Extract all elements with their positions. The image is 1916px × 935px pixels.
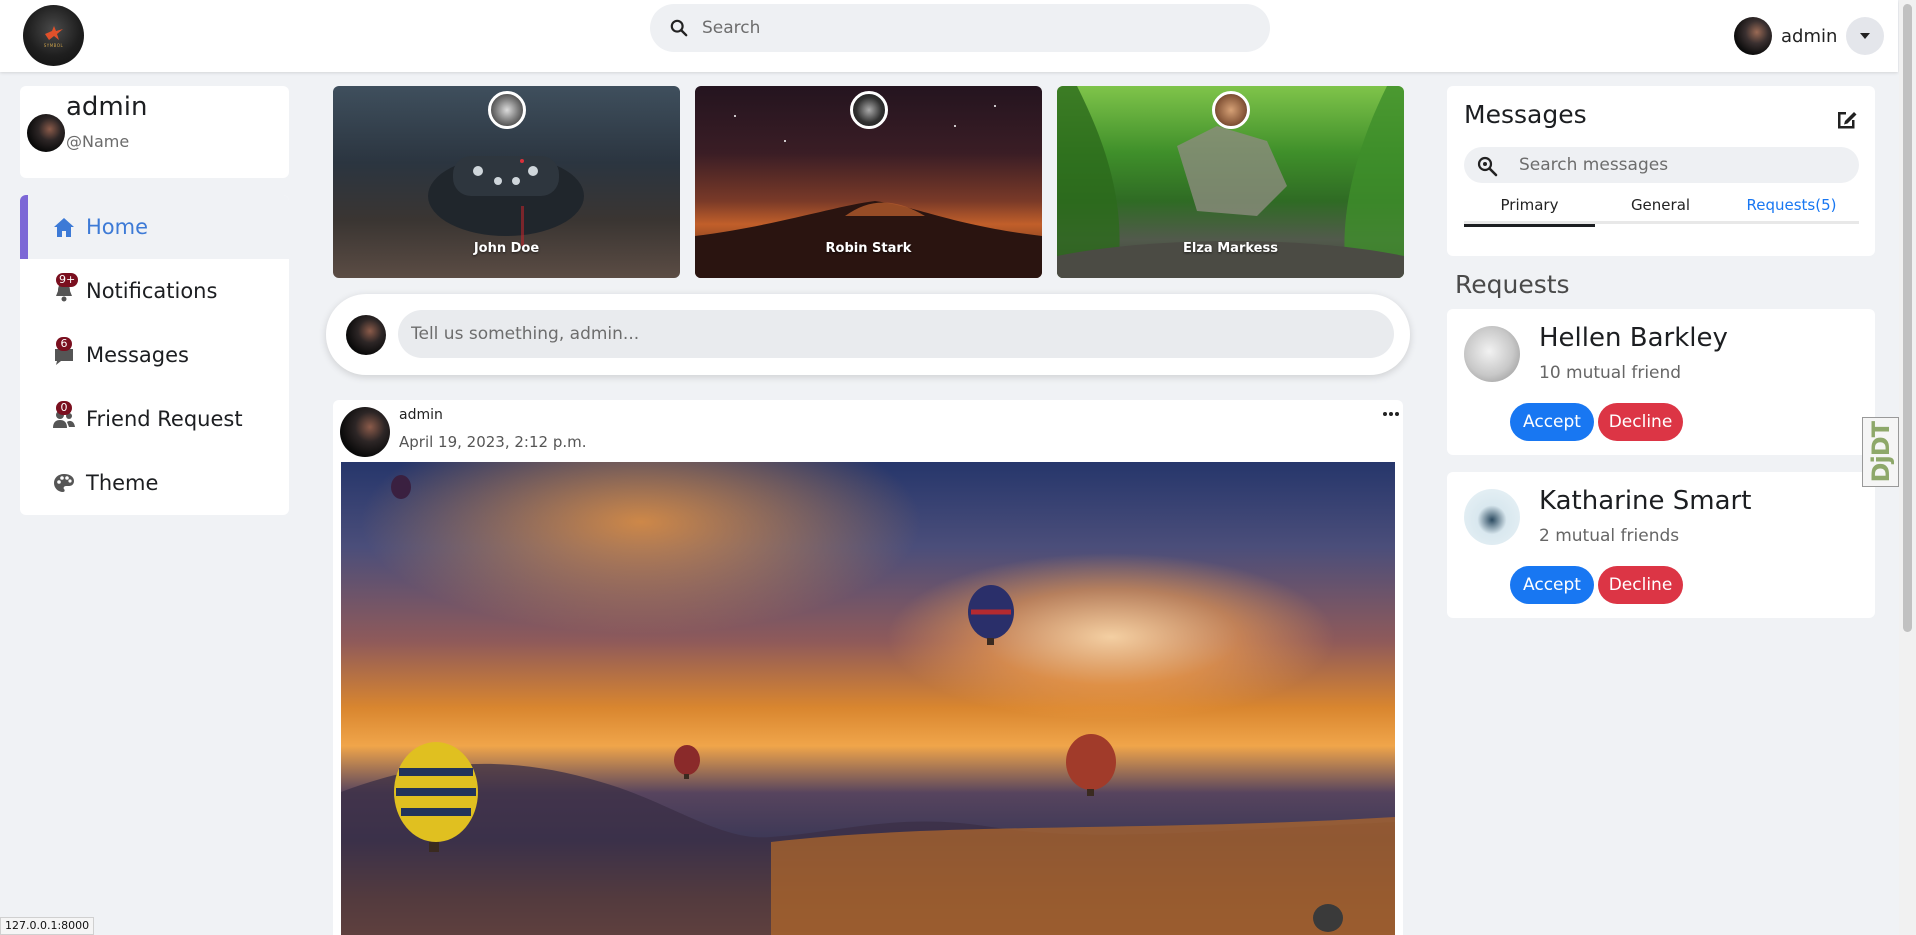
post-author[interactable]: admin <box>399 407 443 423</box>
balloon <box>1066 734 1116 796</box>
sidebar-item-messages[interactable]: 6 Messages <box>20 323 289 387</box>
avatar[interactable] <box>1464 326 1520 382</box>
sidebar-item-home[interactable]: Home <box>20 195 289 259</box>
balloons-scene <box>341 475 1395 935</box>
site-logo[interactable]: SYMBOL <box>23 5 84 66</box>
avatar[interactable] <box>346 315 386 355</box>
friend-request-card: Katharine Smart 2 mutual friends Accept … <box>1447 472 1875 618</box>
requester-name[interactable]: Hellen Barkley <box>1539 323 1728 353</box>
top-navbar: SYMBOL admin <box>0 0 1898 72</box>
accept-button[interactable]: Accept <box>1510 566 1594 604</box>
avatar[interactable] <box>1464 489 1520 545</box>
profile-name: admin <box>66 92 148 122</box>
sidebar-item-label: Messages <box>86 343 189 367</box>
accept-button[interactable]: Accept <box>1510 403 1594 441</box>
sidebar-item-label: Notifications <box>86 279 218 303</box>
friend-request-badge: 0 <box>56 401 72 415</box>
notifications-icon-wrap: 9+ <box>50 273 79 305</box>
status-bar-url: 127.0.0.1:8000 <box>0 917 95 935</box>
debug-toolbar-label: DjDT <box>1866 421 1895 483</box>
global-search[interactable] <box>650 4 1270 52</box>
more-options-icon[interactable] <box>1381 408 1401 420</box>
requester-name[interactable]: Katharine Smart <box>1539 486 1751 516</box>
bird-logo-icon <box>44 25 63 40</box>
palette-icon <box>54 474 74 492</box>
story-name: Elza Markess <box>1183 241 1278 256</box>
avatar[interactable] <box>1211 91 1250 129</box>
profile-card[interactable]: admin @Name <box>20 86 289 178</box>
logo-text: SYMBOL <box>43 42 64 48</box>
avatar[interactable] <box>849 91 888 129</box>
sidebar-item-label: Friend Request <box>86 407 243 431</box>
feed-post: admin April 19, 2023, 2:12 p.m. <box>333 400 1403 935</box>
balloon <box>391 475 411 499</box>
mutual-friends: 2 mutual friends <box>1539 526 1680 546</box>
profile-handle: @Name <box>66 132 130 151</box>
post-composer <box>326 294 1410 375</box>
friend-request-icon-wrap: 0 <box>50 401 78 433</box>
user-dropdown-button[interactable] <box>1846 17 1885 55</box>
requests-heading: Requests <box>1455 270 1570 299</box>
avatar[interactable] <box>340 407 390 457</box>
story-card[interactable]: John Doe <box>333 86 680 278</box>
story-name: Robin Stark <box>825 241 912 256</box>
post-input[interactable] <box>398 310 1394 358</box>
home-icon <box>54 218 74 237</box>
avatar[interactable] <box>1734 17 1772 55</box>
story-card[interactable]: Robin Stark <box>695 86 1042 278</box>
chevron-down-icon <box>1860 33 1871 39</box>
avatar[interactable] <box>487 91 526 129</box>
notifications-badge: 9+ <box>56 273 79 287</box>
decline-button[interactable]: Decline <box>1598 566 1683 604</box>
search-input[interactable] <box>702 18 1222 38</box>
messages-badge: 6 <box>56 337 72 351</box>
story-card[interactable]: Elza Markess <box>1057 86 1404 278</box>
sidebar-item-label: Home <box>86 215 149 239</box>
messages-icon-wrap: 6 <box>50 337 78 369</box>
sidebar-item-friend-request[interactable]: 0 Friend Request <box>20 387 289 451</box>
post-image[interactable] <box>341 462 1395 935</box>
avatar[interactable] <box>27 114 65 152</box>
balloon <box>968 585 1014 645</box>
messages-panel: Messages Primary General Requests(5) <box>1447 86 1875 256</box>
tab-general[interactable]: General <box>1595 194 1726 224</box>
sidebar-item-notifications[interactable]: 9+ Notifications <box>20 259 289 323</box>
user-menu[interactable]: admin <box>1734 16 1885 56</box>
sidebar-menu: Home 9+ Notifications 6 Messages 0 Frien… <box>20 195 289 515</box>
debug-toolbar-toggle[interactable]: DjDT <box>1862 417 1899 487</box>
page-scrollbar[interactable] <box>1899 0 1916 935</box>
message-tabs: Primary General Requests(5) <box>1464 194 1859 227</box>
sidebar-item-label: Theme <box>86 471 159 495</box>
tab-requests[interactable]: Requests(5) <box>1726 194 1857 224</box>
tab-primary[interactable]: Primary <box>1464 194 1595 227</box>
balloon <box>674 745 700 779</box>
story-name: John Doe <box>473 241 540 256</box>
scrollbar-thumb[interactable] <box>1903 4 1912 632</box>
messages-search[interactable] <box>1464 147 1859 183</box>
search-icon <box>670 19 688 37</box>
mutual-friends: 10 mutual friend <box>1539 363 1682 383</box>
sidebar-item-theme[interactable]: Theme <box>20 451 289 515</box>
edit-icon[interactable] <box>1834 106 1860 132</box>
search-icon <box>1477 156 1498 177</box>
friend-request-card: Hellen Barkley 10 mutual friend Accept D… <box>1447 309 1875 455</box>
decline-button[interactable]: Decline <box>1598 403 1683 441</box>
post-date: April 19, 2023, 2:12 p.m. <box>399 433 587 451</box>
username-label[interactable]: admin <box>1781 26 1837 47</box>
messages-search-input[interactable] <box>1519 152 1849 178</box>
messages-title: Messages <box>1464 100 1587 129</box>
balloon <box>1313 904 1343 932</box>
